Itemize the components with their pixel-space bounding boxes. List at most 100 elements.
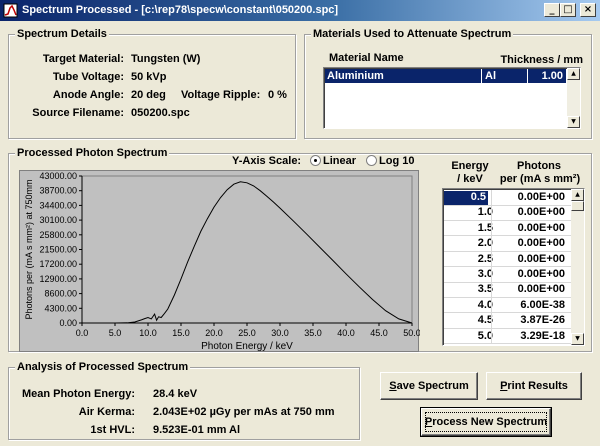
spectrum-chart-frame: 43000.00 38700.00 34400.00 30100.00 25800.00… [19,170,421,352]
thickness-header: Thickness / mm [500,54,583,66]
photons-cell: 0.00E+00 [517,283,565,296]
energy-table[interactable]: 0.5 0.00E+00 1.0 0.00E+00 1.5 0.00E+00 2.0 0.00… [442,188,585,346]
energy-table-row[interactable]: 3.5 0.00E+00 [444,282,571,298]
y-tick-label: 17200.00 [39,259,77,269]
x-tick-label: 15.0 [172,328,190,338]
analysis-title: Analysis of Processed Spectrum [15,361,191,373]
spectrum-chart: 43000.00 38700.00 34400.00 30100.00 25800.00… [24,171,421,352]
anode-angle-label: Anode Angle: [52,89,124,101]
y-tick-label: 21500.00 [39,245,77,255]
print-button-label: rint Results [507,380,568,392]
mean-photon-energy-label: Mean Photon Energy: [21,388,135,400]
analysis-group: Analysis of Processed Spectrum Mean Phot… [8,361,360,440]
column-divider [491,251,492,268]
voltage-ripple-label: Voltage Ripple: [181,89,261,101]
print-results-button[interactable]: Print Results [486,372,582,400]
air-kerma-label: Air Kerma: [78,406,135,418]
column-divider [491,267,492,283]
material-name-header: Material Name [329,52,404,64]
save-button-label: ave Spectrum [396,380,469,392]
materials-group: Materials Used to Attenuate Spectrum Mat… [304,28,592,139]
y-tick-label: 12900.00 [39,274,77,284]
scroll-up-button[interactable]: ▲ [571,189,584,201]
energy-header-2: / keV [457,173,483,185]
energy-table-row[interactable]: 3.0 0.00E+00 [444,267,571,283]
log10-label[interactable]: Log 10 [379,155,414,167]
minimize-button[interactable]: _ [544,3,560,17]
y-tick-label: 8600.00 [44,289,77,299]
photons-cell: 6.00E-38 [520,298,565,311]
scroll-down-button[interactable]: ▼ [571,333,584,345]
processed-spectrum-title: Processed Photon Spectrum [15,147,170,159]
source-filename-value: 050200.spc [131,107,190,119]
energy-table-row[interactable]: 0.5 0.00E+00 [444,190,571,206]
save-spectrum-button[interactable]: Save Spectrum [380,372,478,400]
energy-table-row[interactable]: 1.5 0.00E+00 [444,220,571,237]
close-icon: × [583,4,593,15]
radio-selected-dot [314,159,317,162]
column-divider [491,328,492,345]
energy-table-row[interactable]: 4.5 3.87E-26 [444,313,571,329]
linear-radio[interactable] [310,155,321,166]
x-tick-label: 50.0 [403,328,420,338]
energy-table-row[interactable]: 1.0 0.00E+00 [444,205,571,221]
spectrum-details-title: Spectrum Details [15,28,109,40]
column-divider [491,205,492,221]
scroll-up-button[interactable]: ▲ [567,68,580,80]
material-symbol: Al [485,70,496,82]
energy-table-scrollbar[interactable]: ▲ ▼ [571,189,584,345]
arrow-up-icon: ▲ [575,191,580,198]
photons-cell: 0.00E+00 [517,206,565,219]
column-divider [491,236,492,252]
y-tick-label: 38700.00 [39,186,77,196]
material-divider [527,69,528,83]
x-axis-label: Photon Energy / keV [201,341,293,352]
energy-table-body: 0.5 0.00E+00 1.0 0.00E+00 1.5 0.00E+00 2.0 0.00… [444,190,571,345]
y-tick-label: 0.00 [59,318,77,328]
maximize-icon: □ [563,4,573,15]
y-tick-label: 25800.00 [39,230,77,240]
energy-table-row[interactable]: 5.0 3.29E-18 [444,328,571,345]
y-tick-label: 30100.00 [39,215,77,225]
x-tick-label: 40.0 [337,328,355,338]
photons-header-1: Photons [517,160,561,172]
log10-radio[interactable] [366,155,377,166]
column-divider [491,297,492,314]
y-axis-scale-label: Y-Axis Scale: [232,155,302,167]
close-button[interactable]: × [580,3,596,17]
x-tick-label: 25.0 [238,328,256,338]
x-tick-label: 0.0 [76,328,89,338]
spectrum-window: Spectrum Processed - [c:\rep78\specw\con… [0,0,600,446]
photons-cell: 0.00E+00 [517,252,565,265]
energy-table-row[interactable]: 4.0 6.00E-38 [444,297,571,314]
energy-table-row[interactable]: 2.0 0.00E+00 [444,236,571,252]
materials-scrollbar[interactable]: ▲ ▼ [567,68,580,128]
scroll-down-button[interactable]: ▼ [567,116,580,128]
target-material-label: Target Material: [42,53,124,65]
maximize-button[interactable]: □ [560,3,576,17]
y-tick-label: 43000.00 [39,171,77,181]
column-divider [491,313,492,329]
y-tick-label: 34400.00 [39,200,77,210]
window-title: Spectrum Processed - [c:\rep78\specw\con… [22,4,339,16]
air-kerma-value: 2.043E+02 µGy per mAs at 750 mm [153,406,335,418]
title-bar[interactable]: Spectrum Processed - [c:\rep78\specw\con… [0,0,600,21]
photons-cell: 3.29E-18 [520,329,565,342]
first-hvl-value: 9.523E-01 mm Al [153,424,241,436]
linear-label[interactable]: Linear [323,155,356,167]
target-material-value: Tungsten (W) [131,53,201,65]
y-axis-label: Photons per (mA s mm²) at 750mm [24,179,34,319]
minimize-icon: _ [549,4,555,15]
tube-voltage-value: 50 kVp [131,71,167,83]
materials-list[interactable]: Aluminium Al 1.00 ▲ ▼ [323,67,581,129]
material-row-aluminium[interactable]: Aluminium Al 1.00 [325,69,566,83]
arrow-down-icon: ▼ [575,335,580,342]
photons-cell: 0.00E+00 [517,237,565,250]
energy-header-1: Energy [451,160,489,172]
spectrum-details-group: Spectrum Details Target Material: Tungst… [8,28,296,139]
scroll-thumb[interactable] [571,201,584,211]
process-new-spectrum-button[interactable]: Process New Spectrum [420,407,552,437]
arrow-up-icon: ▲ [571,70,576,77]
photons-header-2: per (mA s mm²) [499,173,581,185]
energy-table-row[interactable]: 2.5 0.00E+00 [444,251,571,268]
